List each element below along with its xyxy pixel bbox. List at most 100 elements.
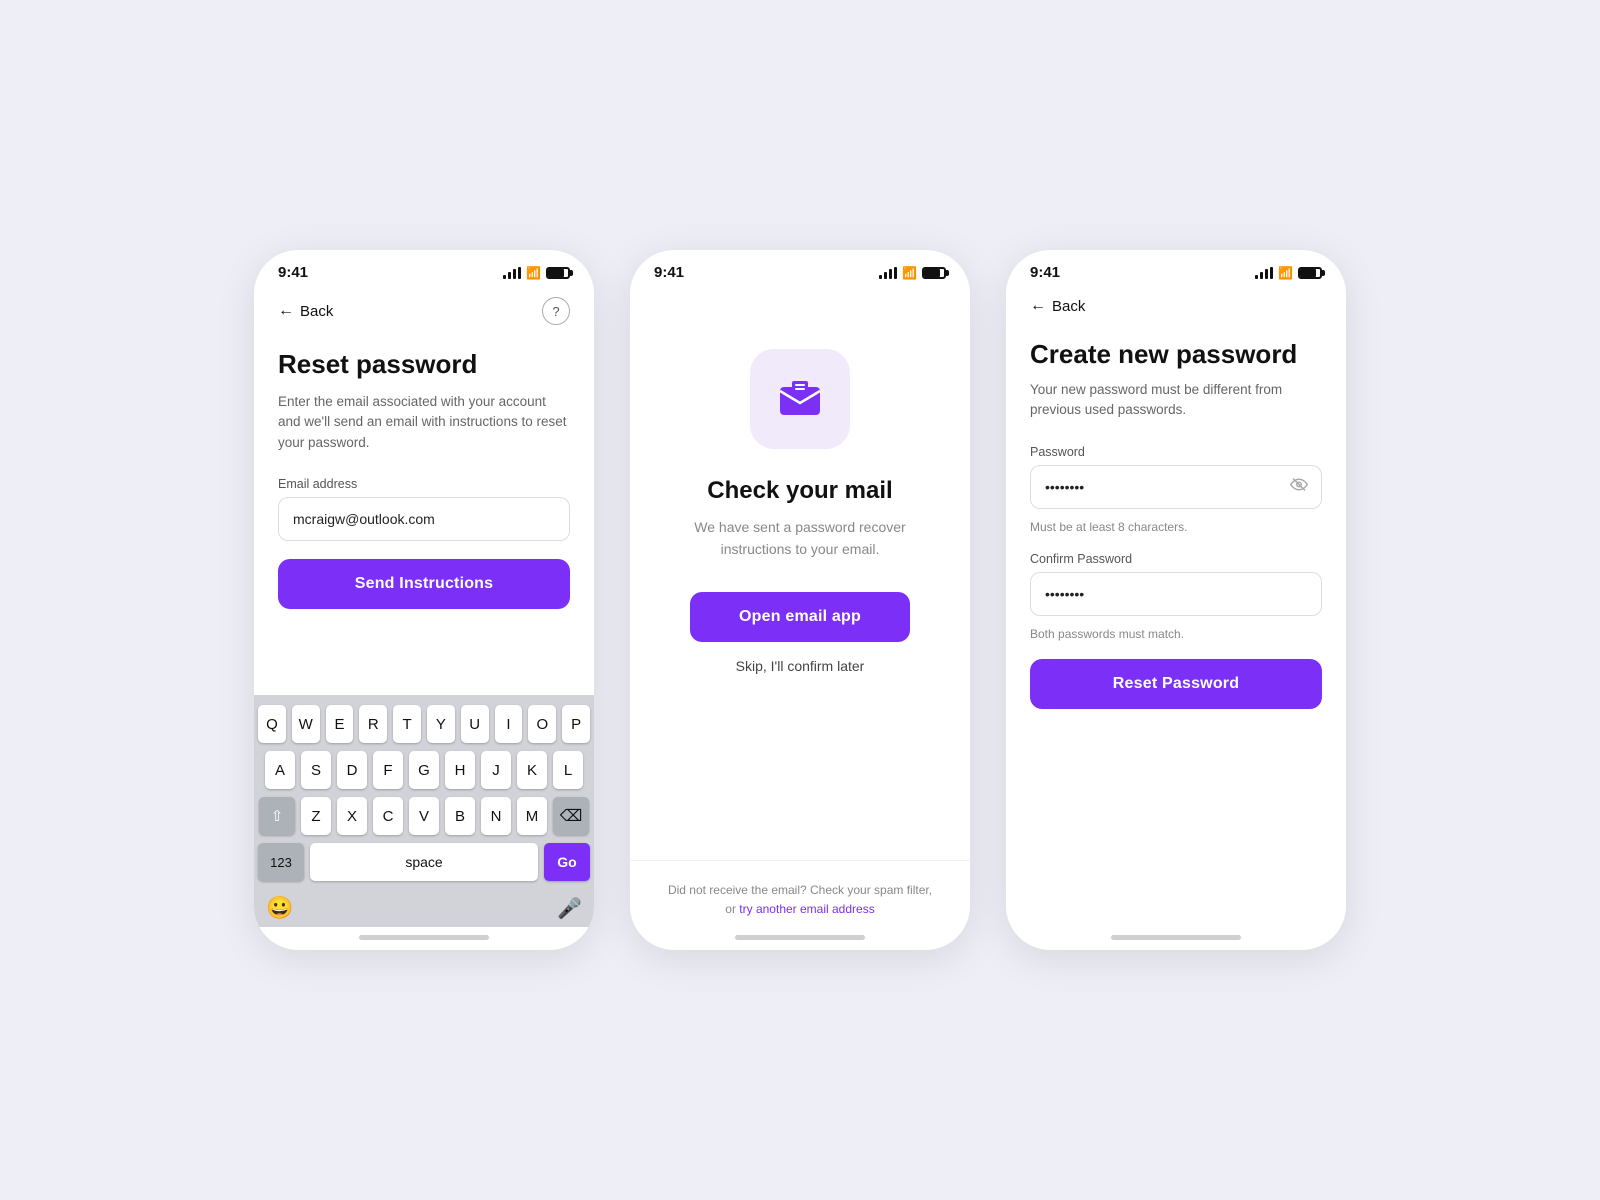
email-input-1[interactable] <box>278 497 570 541</box>
check-mail-desc: We have sent a password recover instruct… <box>654 517 946 560</box>
eye-icon[interactable] <box>1290 475 1308 498</box>
keyboard-1: Q W E R T Y U I O P A S D F G H J K L <box>254 695 594 927</box>
kb-row-action: 123 space Go <box>258 843 590 881</box>
confirm-password-input[interactable] <box>1030 572 1322 616</box>
home-bar-1 <box>359 935 489 940</box>
nav-row-1: ← Back ? <box>278 297 570 325</box>
signal-icon-2 <box>879 267 897 279</box>
kb-key-b[interactable]: B <box>445 797 475 835</box>
kb-go-key[interactable]: Go <box>544 843 590 881</box>
password-input[interactable] <box>1030 465 1322 509</box>
page-title-1: Reset password <box>278 349 570 380</box>
status-bar-1: 9:41 📶 <box>254 250 594 289</box>
battery-icon-2 <box>922 267 946 279</box>
status-bar-3: 9:41 📶 <box>1006 250 1346 289</box>
check-mail-title: Check your mail <box>707 477 892 505</box>
status-icons-1: 📶 <box>503 266 570 280</box>
kb-key-q[interactable]: Q <box>258 705 286 743</box>
kb-row-3: ⇧ Z X C V B N M ⌫ <box>258 797 590 835</box>
kb-key-h[interactable]: H <box>445 751 475 789</box>
phone-reset-password: 9:41 📶 ← Back ? Reset password Ente <box>254 250 594 950</box>
email-envelope-icon <box>772 371 828 427</box>
kb-key-y[interactable]: Y <box>427 705 455 743</box>
back-arrow-icon-1: ← <box>278 302 294 320</box>
kb-key-c[interactable]: C <box>373 797 403 835</box>
kb-key-g[interactable]: G <box>409 751 439 789</box>
kb-row-1: Q W E R T Y U I O P <box>258 705 590 743</box>
reset-password-button[interactable]: Reset Password <box>1030 659 1322 709</box>
kb-key-f[interactable]: F <box>373 751 403 789</box>
footer-text: Did not receive the email? Check your sp… <box>668 883 932 897</box>
kb-key-l[interactable]: L <box>553 751 583 789</box>
kb-key-n[interactable]: N <box>481 797 511 835</box>
phone-content-2: Check your mail We have sent a password … <box>630 289 970 860</box>
phone-content-1: ← Back ? Reset password Enter the email … <box>254 289 594 695</box>
send-instructions-button[interactable]: Send Instructions <box>278 559 570 609</box>
emoji-icon[interactable]: 😀 <box>266 895 293 921</box>
mic-icon[interactable]: 🎤 <box>557 896 582 921</box>
back-button-1[interactable]: ← Back <box>278 302 333 320</box>
kb-key-j[interactable]: J <box>481 751 511 789</box>
kb-key-w[interactable]: W <box>292 705 320 743</box>
kb-key-u[interactable]: U <box>461 705 489 743</box>
kb-key-z[interactable]: Z <box>301 797 331 835</box>
kb-key-e[interactable]: E <box>326 705 354 743</box>
signal-icon-1 <box>503 267 521 279</box>
create-password-title: Create new password <box>1030 339 1322 370</box>
status-time-2: 9:41 <box>654 264 684 281</box>
status-time-3: 9:41 <box>1030 264 1060 281</box>
status-icons-2: 📶 <box>879 266 946 280</box>
phone-create-password: 9:41 📶 ← Back Create new password Your n… <box>1006 250 1346 950</box>
kb-key-i[interactable]: I <box>495 705 523 743</box>
create-password-desc: Your new password must be different from… <box>1030 380 1322 421</box>
battery-icon-3 <box>1298 267 1322 279</box>
try-another-email-link[interactable]: try another email address <box>739 902 874 916</box>
kb-key-d[interactable]: D <box>337 751 367 789</box>
kb-key-v[interactable]: V <box>409 797 439 835</box>
screens-container: 9:41 📶 ← Back ? Reset password Ente <box>254 250 1346 950</box>
kb-123-key[interactable]: 123 <box>258 843 304 881</box>
back-label-1: Back <box>300 303 333 320</box>
confirm-password-hint: Both passwords must match. <box>1030 627 1322 641</box>
kb-key-t[interactable]: T <box>393 705 421 743</box>
skip-link[interactable]: Skip, I'll confirm later <box>736 658 865 674</box>
nav-row-3: ← Back <box>1030 297 1322 315</box>
home-bar-3 <box>1111 935 1241 940</box>
back-button-3[interactable]: ← Back <box>1030 297 1085 315</box>
kb-shift-key[interactable]: ⇧ <box>259 797 295 835</box>
page-desc-1: Enter the email associated with your acc… <box>278 392 570 453</box>
back-arrow-icon-3: ← <box>1030 297 1046 315</box>
help-button-1[interactable]: ? <box>542 297 570 325</box>
kb-key-a[interactable]: A <box>265 751 295 789</box>
wifi-icon-2: 📶 <box>902 266 917 280</box>
status-icons-3: 📶 <box>1255 266 1322 280</box>
back-label-3: Back <box>1052 298 1085 315</box>
status-bar-2: 9:41 📶 <box>630 250 970 289</box>
kb-key-m[interactable]: M <box>517 797 547 835</box>
mail-illustration <box>750 349 850 449</box>
open-email-button[interactable]: Open email app <box>690 592 910 642</box>
confirm-password-label: Confirm Password <box>1030 552 1322 566</box>
password-hint: Must be at least 8 characters. <box>1030 520 1322 534</box>
kb-key-p[interactable]: P <box>562 705 590 743</box>
signal-icon-3 <box>1255 267 1273 279</box>
screen2-footer: Did not receive the email? Check your sp… <box>630 860 970 927</box>
confirm-password-field-wrapper <box>1030 572 1322 616</box>
password-label: Password <box>1030 445 1322 459</box>
wifi-icon-1: 📶 <box>526 266 541 280</box>
email-label-1: Email address <box>278 477 570 491</box>
kb-row-2: A S D F G H J K L <box>258 751 590 789</box>
footer-link-prefix: or <box>725 902 739 916</box>
home-bar-2 <box>735 935 865 940</box>
kb-key-s[interactable]: S <box>301 751 331 789</box>
kb-space-key[interactable]: space <box>310 843 538 881</box>
kb-delete-key[interactable]: ⌫ <box>553 797 589 835</box>
password-field-wrapper <box>1030 465 1322 509</box>
kb-key-x[interactable]: X <box>337 797 367 835</box>
kb-key-o[interactable]: O <box>528 705 556 743</box>
kb-key-k[interactable]: K <box>517 751 547 789</box>
status-time-1: 9:41 <box>278 264 308 281</box>
battery-icon-1 <box>546 267 570 279</box>
wifi-icon-3: 📶 <box>1278 266 1293 280</box>
kb-key-r[interactable]: R <box>359 705 387 743</box>
